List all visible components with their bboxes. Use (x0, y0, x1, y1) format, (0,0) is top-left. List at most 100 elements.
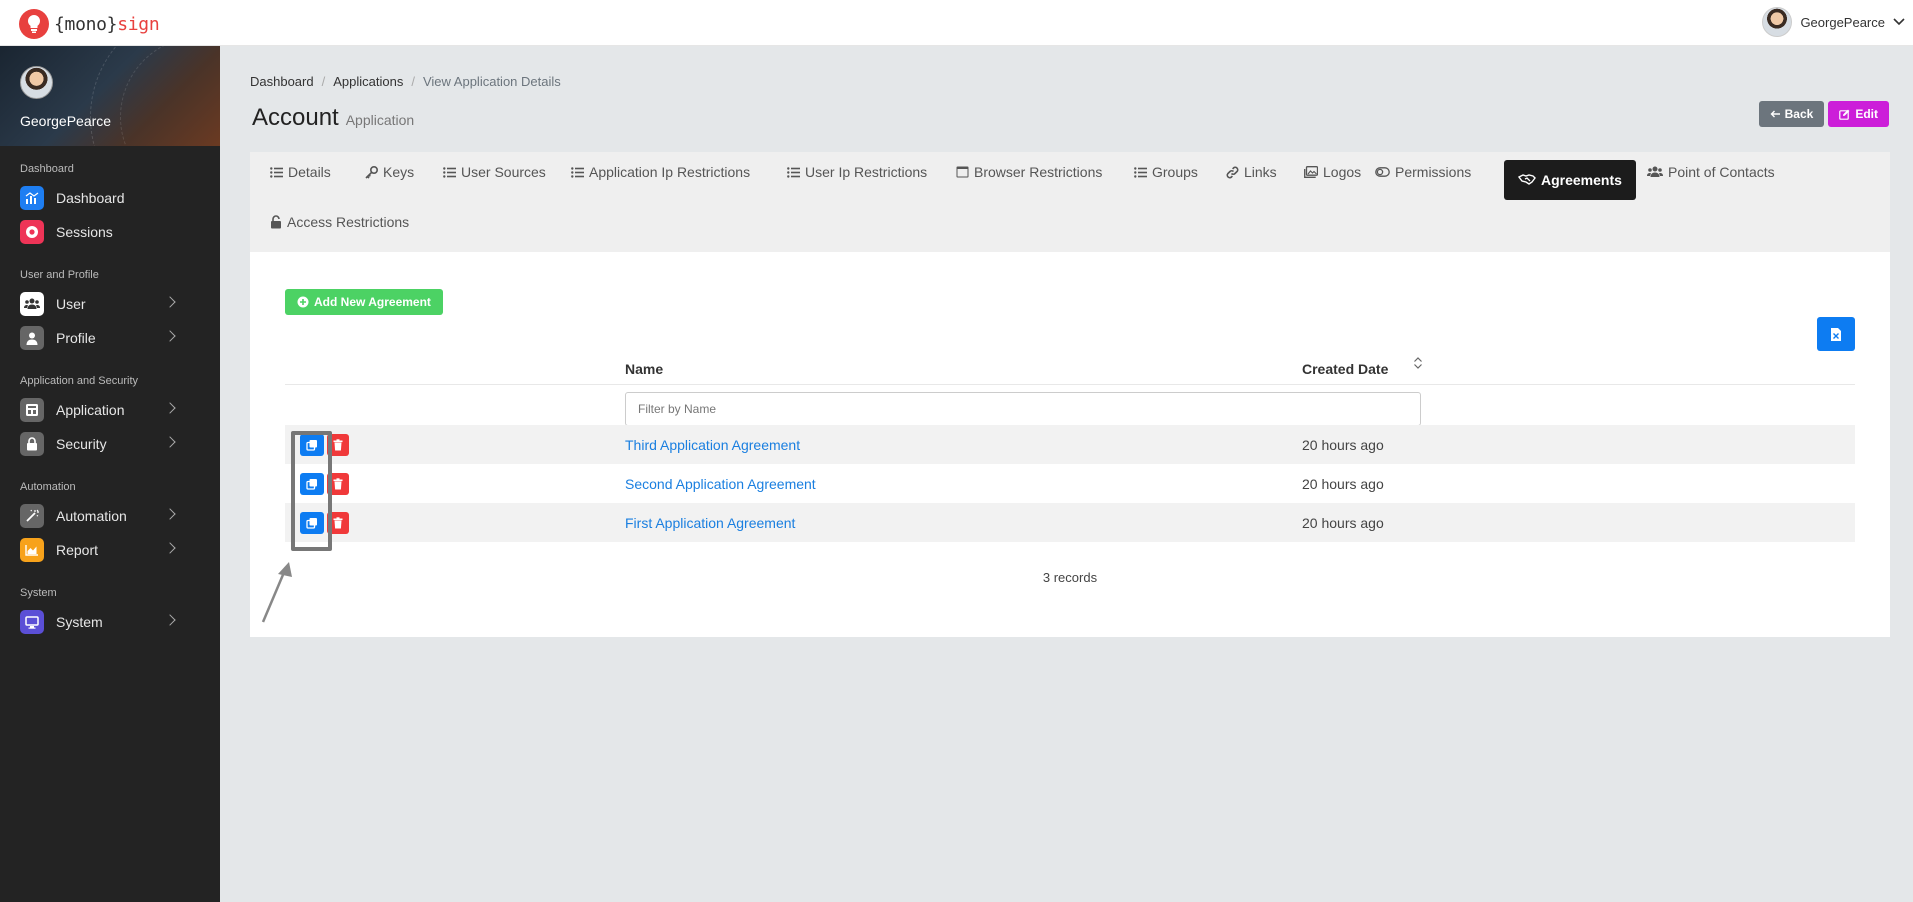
section-title: System (20, 587, 57, 599)
chevron-right-icon (164, 508, 176, 520)
record-icon (20, 220, 44, 244)
tab-links[interactable]: Links (1212, 152, 1291, 192)
back-button[interactable]: Back (1758, 101, 1825, 127)
tab-user-sources[interactable]: User Sources (429, 152, 560, 192)
page-title: Account Application (252, 104, 414, 132)
sidebar-item-label: Application (56, 402, 125, 418)
brand-prefix: {mono} (54, 13, 118, 35)
back-label: Back (1784, 107, 1814, 121)
sidebar-item-label: Automation (56, 508, 127, 524)
chart-icon (20, 186, 44, 210)
tab-permissions[interactable]: Permissions (1361, 152, 1485, 192)
column-header-name[interactable]: Name (625, 361, 663, 377)
copy-button[interactable] (300, 434, 324, 456)
chevron-down-icon (1893, 18, 1905, 26)
page-title-text: Account (252, 104, 339, 131)
tab-point-of-contacts[interactable]: Point of Contacts (1633, 152, 1789, 192)
filter-row (285, 385, 1855, 426)
arrow-left-icon (1770, 110, 1780, 118)
tab-access-restrictions[interactable]: Access Restrictions (256, 202, 423, 242)
chevron-right-icon (164, 542, 176, 554)
table-row: Third Application Agreement 20 hours ago (285, 425, 1855, 464)
created-date: 20 hours ago (1302, 476, 1384, 492)
avatar (1762, 7, 1793, 37)
breadcrumb-dashboard[interactable]: Dashboard (250, 74, 314, 89)
sidebar-item-label: Profile (56, 330, 96, 346)
user-menu[interactable]: GeorgePearce (1762, 7, 1905, 37)
sidebar-item-profile[interactable]: Profile (20, 321, 200, 355)
delete-button[interactable] (327, 434, 349, 456)
breadcrumb-current: View Application Details (422, 74, 561, 89)
tab-label: Permissions (1395, 164, 1472, 180)
link-icon (1226, 166, 1239, 178)
sidebar-item-label: Report (56, 542, 99, 558)
brand-logo[interactable]: {mono}sign (19, 9, 160, 39)
agreement-name-link[interactable]: First Application Agreement (625, 515, 795, 531)
chevron-right-icon (164, 436, 176, 448)
column-header-created-date: Created Date (1302, 361, 1389, 377)
tab-label: Details (288, 164, 331, 180)
page-subtitle: Application (345, 112, 415, 128)
sidebar-item-label: Dashboard (56, 190, 125, 206)
copy-button[interactable] (300, 512, 324, 534)
tab-user-ip-restrictions[interactable]: User Ip Restrictions (773, 152, 941, 192)
header-actions: Back Edit (1758, 101, 1889, 127)
brand-name: {mono}sign (54, 13, 160, 35)
add-new-agreement-label: Add New Agreement (314, 295, 431, 309)
trash-icon (333, 517, 343, 529)
record-count: 3 records (1042, 570, 1098, 585)
edit-button[interactable]: Edit (1828, 101, 1889, 127)
add-new-agreement-button[interactable]: Add New Agreement (285, 289, 443, 315)
table-row: Second Application Agreement 20 hours ag… (285, 464, 1855, 503)
tab-label: Keys (383, 164, 415, 180)
tab-label: Access Restrictions (287, 214, 410, 230)
agreement-name-link[interactable]: Second Application Agreement (625, 476, 816, 492)
sidebar-item-report[interactable]: Report (20, 533, 200, 567)
tab-browser-restrictions[interactable]: Browser Restrictions (942, 152, 1116, 192)
plus-circle-icon (297, 296, 309, 308)
tab-application-ip-restrictions[interactable]: Application Ip Restrictions (557, 152, 764, 192)
sidebar-item-system[interactable]: System (20, 605, 200, 639)
sort-icon[interactable] (1413, 356, 1423, 370)
user-icon (20, 326, 44, 350)
breadcrumb-applications[interactable]: Applications (333, 74, 403, 89)
sidebar-item-sessions[interactable]: Sessions (20, 215, 200, 249)
tab-groups[interactable]: Groups (1120, 152, 1212, 192)
browser-icon (956, 166, 969, 178)
delete-button[interactable] (327, 473, 349, 495)
tab-label: Point of Contacts (1668, 164, 1775, 180)
list-icon (571, 166, 584, 178)
sidebar-item-user[interactable]: User (20, 287, 200, 321)
avatar[interactable] (20, 66, 53, 99)
unlock-icon (271, 215, 281, 229)
sidebar-item-label: Sessions (56, 224, 113, 240)
trash-icon (333, 478, 343, 490)
trash-icon (333, 439, 343, 451)
agreements-table: Name Created Date Third Application Agre… (285, 352, 1855, 542)
agreement-name-link[interactable]: Third Application Agreement (625, 437, 800, 453)
export-excel-button[interactable] (1817, 317, 1855, 351)
file-excel-icon (1831, 327, 1841, 341)
tab-agreements[interactable]: Agreements (1504, 160, 1636, 200)
copy-icon (306, 440, 317, 451)
tab-label: Application Ip Restrictions (589, 164, 751, 180)
agreements-panel: Add New Agreement Name Created Date Thir… (250, 252, 1890, 637)
sidebar-item-security[interactable]: Security (20, 427, 200, 461)
section-title: Dashboard (20, 163, 74, 175)
tab-label: Browser Restrictions (974, 164, 1103, 180)
list-icon (787, 166, 800, 178)
sidebar-item-application[interactable]: Application (20, 393, 200, 427)
delete-button[interactable] (327, 512, 349, 534)
tab-details[interactable]: Details (256, 152, 345, 192)
filter-by-name-input[interactable] (625, 392, 1421, 426)
sidebar-item-dashboard[interactable]: Dashboard (20, 181, 200, 215)
sidebar-item-label: System (56, 614, 103, 630)
sidebar-item-automation[interactable]: Automation (20, 499, 200, 533)
table-header: Name Created Date (285, 352, 1855, 385)
tab-label: Groups (1152, 164, 1198, 180)
tab-label: User Sources (461, 164, 546, 180)
copy-button[interactable] (300, 473, 324, 495)
tab-label: Logos (1323, 164, 1362, 180)
created-date: 20 hours ago (1302, 437, 1384, 453)
tab-keys[interactable]: Keys (351, 152, 428, 192)
